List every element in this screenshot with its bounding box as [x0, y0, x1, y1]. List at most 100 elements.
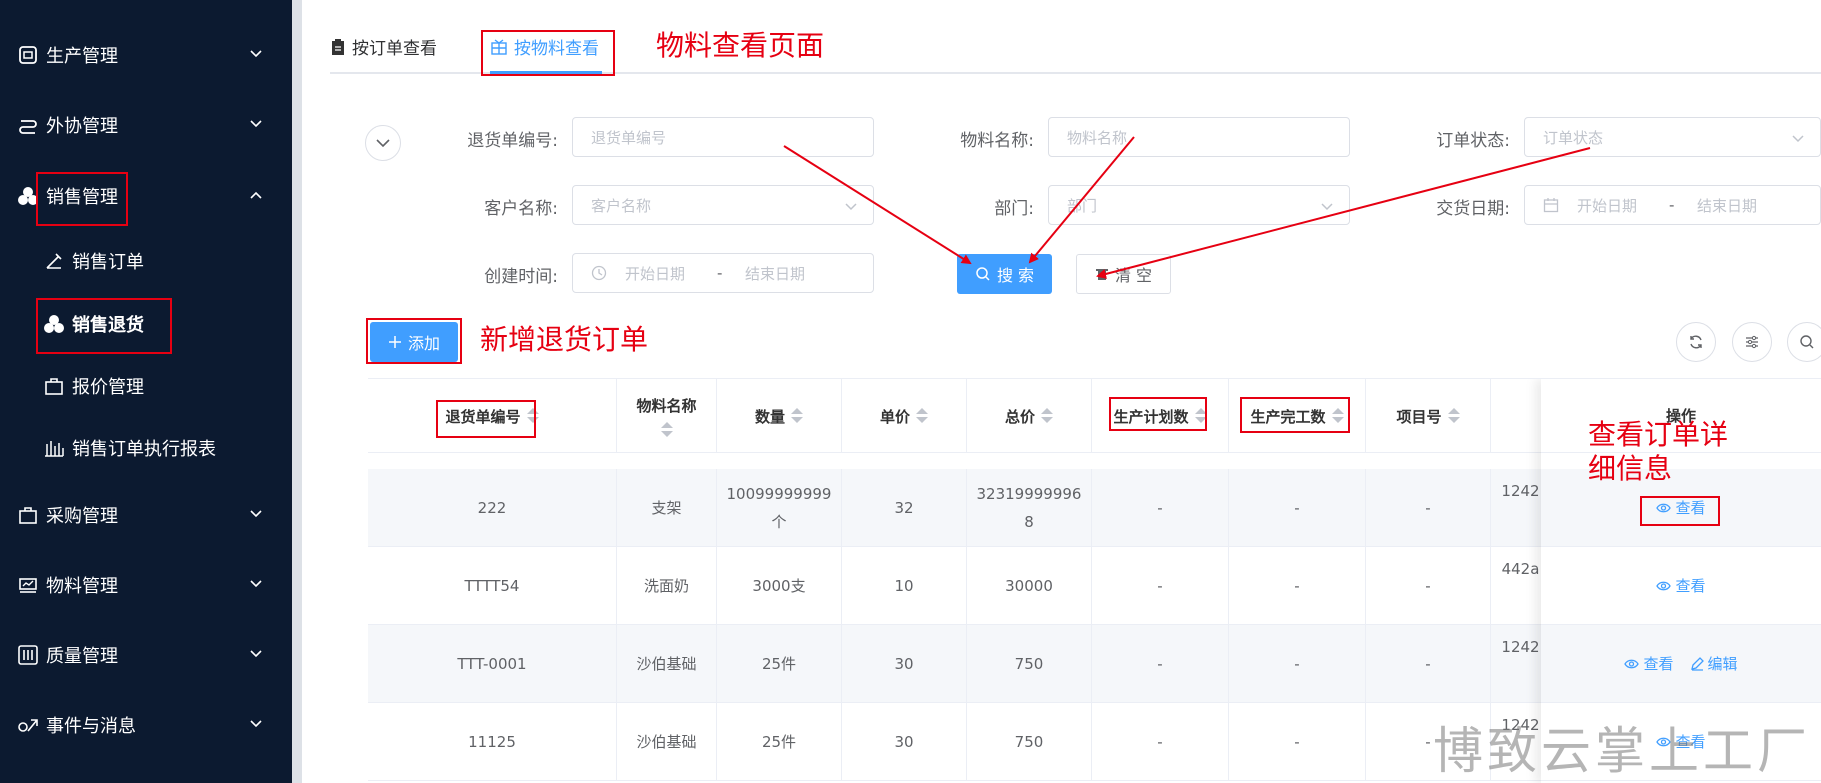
tab-by-order[interactable]: 按订单查看 — [330, 34, 437, 59]
purchase-icon — [16, 503, 40, 527]
edit-button[interactable]: 编辑 — [1690, 653, 1738, 674]
ops-cell: 查看 — [1541, 547, 1821, 625]
clock-icon — [591, 265, 607, 281]
production-icon — [16, 43, 40, 67]
calendar-icon — [1543, 198, 1559, 213]
chevron-down-icon — [376, 139, 390, 148]
col-material[interactable]: 物料名称 — [617, 379, 717, 453]
menu-label: 质量管理 — [46, 646, 118, 667]
department-select[interactable]: 部门 — [1048, 185, 1350, 225]
menu-quality[interactable]: 质量管理 — [0, 630, 292, 680]
cell-price: 32 — [842, 469, 967, 547]
submenu-quotation[interactable]: 报价管理 — [0, 361, 292, 411]
bar-chart-icon — [42, 436, 66, 460]
end-date: 结束日期 — [1697, 196, 1758, 215]
col-label: 项目号 — [1396, 407, 1442, 426]
submenu-sales-report[interactable]: 销售订单执行报表 — [0, 423, 292, 473]
bag-icon — [42, 374, 66, 398]
sliders-icon — [1746, 335, 1758, 349]
refresh-button[interactable] — [1676, 322, 1716, 362]
refresh-icon — [1690, 335, 1702, 349]
view-button[interactable]: 查看 — [1624, 653, 1674, 674]
order-status-label: 订单状态: — [1436, 131, 1510, 151]
cell-total: 30000 — [967, 547, 1092, 625]
submenu-label: 销售订单 — [72, 252, 144, 273]
menu-event[interactable]: 事件与消息 — [0, 700, 292, 750]
menu-purchase[interactable]: 采购管理 — [0, 490, 292, 540]
start-date: 开始日期 — [1577, 196, 1638, 215]
op-label: 查看 — [1643, 655, 1674, 673]
search-toggle-button[interactable] — [1787, 322, 1821, 362]
ops-cell: 查看 编辑 — [1541, 625, 1821, 703]
view-button[interactable]: 查看 — [1656, 575, 1706, 596]
chevron-down-icon — [250, 120, 262, 128]
placeholder: 退货单编号 — [591, 128, 667, 147]
total-line: 8 — [1024, 513, 1034, 531]
placeholder: 部门 — [1067, 196, 1098, 215]
chevron-down-icon — [1792, 135, 1804, 143]
qty-line: 个 — [771, 513, 787, 531]
chevron-down-icon — [250, 510, 262, 518]
menu-label: 物料管理 — [46, 576, 118, 597]
highlight-col-plan-qty — [1109, 397, 1207, 431]
chevron-down-icon — [845, 203, 857, 211]
menu-material[interactable]: 物料管理 — [0, 560, 292, 610]
col-price[interactable]: 单价 — [842, 379, 967, 453]
cell-plan: - — [1092, 625, 1229, 703]
chevron-down-icon — [250, 720, 262, 728]
search-icon — [1800, 335, 1814, 349]
sort-icon[interactable] — [660, 421, 673, 438]
range-separator: - — [1669, 196, 1675, 214]
watermark: 博致云掌上工厂 — [1433, 722, 1811, 780]
cell-return-no: 222 — [368, 469, 617, 547]
cell-plan: - — [1092, 547, 1229, 625]
cell-return-no: TTT-0001 — [368, 625, 617, 703]
sort-icon[interactable] — [1041, 408, 1053, 424]
sort-icon[interactable] — [916, 408, 928, 424]
delete-icon — [1095, 269, 1108, 280]
return-no-input[interactable]: 退货单编号 — [572, 117, 874, 157]
op-label: 编辑 — [1707, 655, 1738, 673]
cell-plan: - — [1092, 469, 1229, 547]
sidebar-divider — [292, 0, 302, 783]
order-status-select[interactable]: 订单状态 — [1524, 117, 1821, 157]
create-time-range[interactable]: 开始日期 - 结束日期 — [572, 253, 874, 293]
cell-price: 30 — [842, 703, 967, 781]
menu-outsourcing[interactable]: 外协管理 — [0, 100, 292, 150]
submenu-label: 报价管理 — [72, 377, 144, 398]
col-total[interactable]: 总价 — [967, 379, 1092, 453]
eye-icon — [1656, 581, 1672, 590]
submenu-sales-order[interactable]: 销售订单 — [0, 236, 292, 286]
return-no-label: 退货单编号: — [467, 131, 558, 151]
menu-production[interactable]: 生产管理 — [0, 30, 292, 80]
chevron-down-icon — [250, 650, 262, 658]
search-button[interactable]: 搜 索 — [957, 254, 1052, 294]
annotation-add-return: 新增退货订单 — [480, 323, 649, 356]
col-project-no[interactable]: 项目号 — [1366, 379, 1491, 453]
clear-button[interactable]: 清 空 — [1076, 254, 1171, 294]
collapse-toggle[interactable] — [365, 125, 401, 161]
cell-total: 32319999996 8 — [967, 469, 1092, 547]
sort-icon[interactable] — [1447, 408, 1460, 424]
customer-name-select[interactable]: 客户名称 — [572, 185, 874, 225]
highlight-col-done-qty — [1240, 397, 1350, 433]
cell-price: 30 — [842, 625, 967, 703]
chevron-down-icon — [250, 50, 262, 58]
material-icon — [16, 573, 40, 597]
delivery-date-range[interactable]: 开始日期 - 结束日期 — [1524, 185, 1821, 225]
delivery-date-label: 交货日期: — [1436, 199, 1510, 219]
cell-project: - — [1366, 547, 1491, 625]
outsourcing-icon — [16, 113, 40, 137]
placeholder: 订单状态 — [1543, 128, 1604, 147]
column-settings-button[interactable] — [1732, 322, 1772, 362]
material-name-input[interactable]: 物料名称 — [1048, 117, 1350, 157]
create-time-label: 创建时间: — [484, 267, 558, 287]
sort-icon[interactable] — [791, 408, 803, 424]
tab-label: 按订单查看 — [352, 39, 437, 59]
placeholder: 客户名称 — [591, 196, 652, 215]
menu-label: 生产管理 — [46, 46, 118, 67]
cell-return-no: TTTT54 — [368, 547, 617, 625]
menu-label: 外协管理 — [46, 116, 118, 137]
col-qty[interactable]: 数量 — [717, 379, 842, 453]
cell-done: - — [1229, 547, 1366, 625]
